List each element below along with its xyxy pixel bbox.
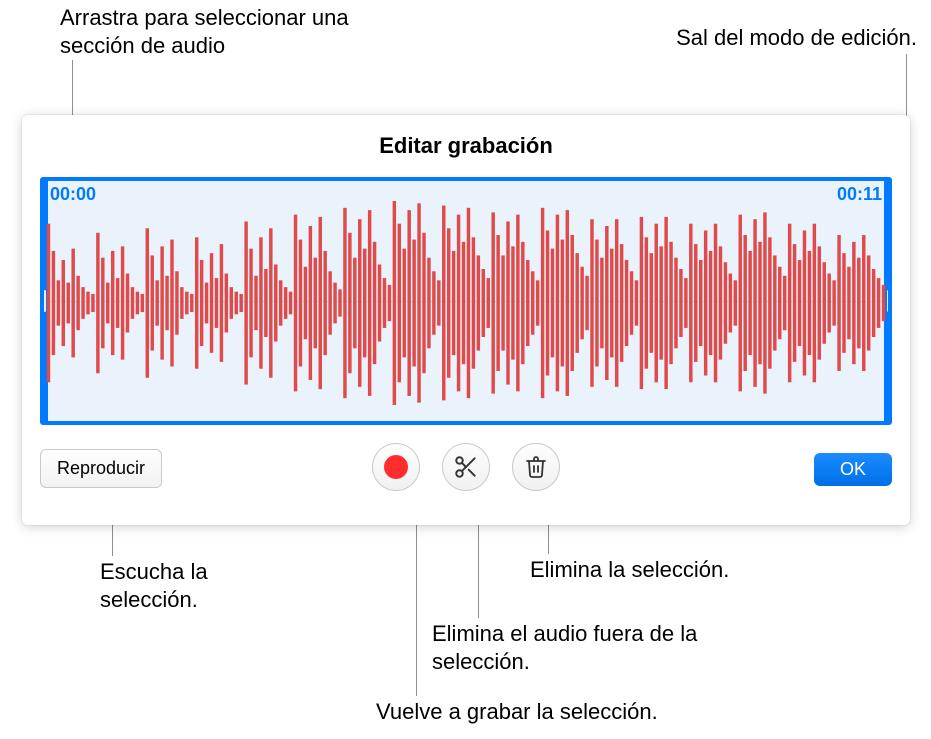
editor-toolbar: Reproducir (40, 443, 892, 507)
panel-title: Editar grabación (22, 115, 910, 171)
callout-delete-selection: Elimina la selección. (530, 556, 890, 584)
trim-button[interactable] (442, 443, 490, 491)
callout-trim-outside: Elimina el audio fuera de la selección. (432, 620, 792, 676)
trash-icon (524, 455, 548, 479)
record-button[interactable] (372, 443, 420, 491)
callout-drag-select: Arrastra para seleccionar una sección de… (60, 4, 400, 60)
waveform-selection[interactable]: 00:00 00:11 (40, 177, 892, 425)
callout-rerecord: Vuelve a grabar la selección. (376, 698, 796, 726)
record-icon (384, 455, 408, 479)
callout-line (416, 506, 417, 696)
waveform-graphic (46, 185, 886, 421)
callout-listen: Escucha la selección. (100, 558, 300, 614)
play-button[interactable]: Reproducir (40, 449, 162, 488)
edit-recording-panel: Editar grabación 00:00 00:11 Reproducir (22, 115, 910, 525)
scissors-icon (453, 454, 479, 480)
callout-exit-edit: Sal del modo de edición. (557, 24, 917, 52)
toolbar-center-group (372, 443, 560, 491)
delete-button[interactable] (512, 443, 560, 491)
ok-button[interactable]: OK (814, 453, 892, 486)
